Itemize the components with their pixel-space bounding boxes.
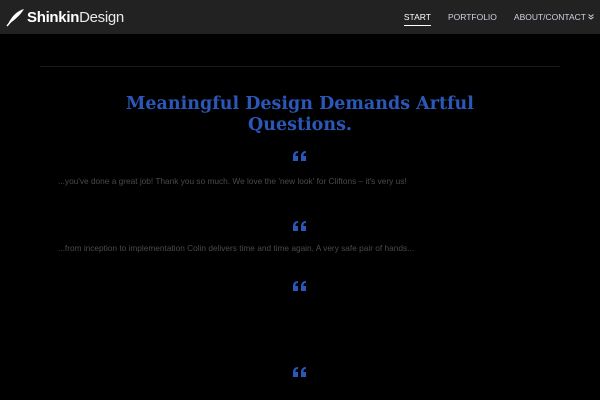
main-nav: START PORTFOLIO ABOUT/CONTACT bbox=[387, 0, 594, 34]
brand-name-bold: Shinkin bbox=[27, 8, 80, 26]
nav-item-about-contact-label: ABOUT/CONTACT bbox=[513, 11, 586, 22]
hero-headline-line2: Questions. bbox=[247, 115, 353, 135]
nav-item-portfolio[interactable]: PORTFOLIO bbox=[448, 10, 497, 25]
quote-icon bbox=[293, 151, 306, 161]
quote-icon bbox=[293, 281, 306, 291]
hero-headline: Meaningful Design Demands Artful Questio… bbox=[0, 94, 600, 136]
site-header: Shinkin Design START PORTFOLIO ABOUT/CONT… bbox=[0, 0, 600, 34]
nav-item-start[interactable]: START bbox=[403, 10, 432, 26]
quote-icon bbox=[293, 367, 306, 377]
brand-name-light: Design bbox=[79, 8, 124, 26]
brand-logo[interactable]: Shinkin Design bbox=[6, 0, 124, 34]
hero-headline-line1: Meaningful Design Demands Artful bbox=[126, 94, 474, 114]
feather-icon bbox=[6, 9, 24, 27]
quote-icon bbox=[293, 221, 306, 231]
testimonial-text: ...you've done a great job! Thank you so… bbox=[58, 176, 407, 186]
testimonial-text: ...from inception to implementation Coli… bbox=[58, 243, 415, 253]
nav-item-about-contact[interactable]: ABOUT/CONTACT bbox=[514, 10, 594, 25]
double-chevron-down-icon bbox=[588, 13, 594, 20]
divider bbox=[40, 66, 560, 67]
